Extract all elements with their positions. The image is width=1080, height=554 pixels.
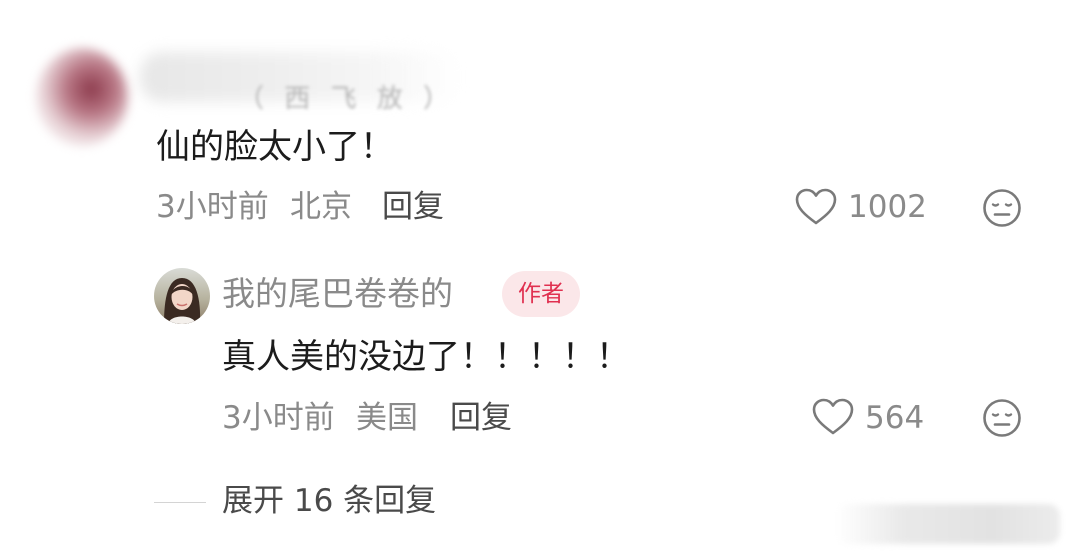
author-badge: 作者	[502, 271, 580, 317]
author-name[interactable]: 我的尾巴卷卷的	[222, 277, 453, 310]
meh-face-icon[interactable]	[982, 398, 1022, 438]
heart-icon[interactable]	[795, 188, 837, 226]
comment-timestamp: 3小时前	[156, 189, 269, 225]
expand-divider	[154, 502, 206, 503]
watermark-redacted	[836, 504, 1060, 544]
meh-face-icon[interactable]	[982, 188, 1022, 228]
heart-icon[interactable]	[812, 398, 854, 436]
commenter-name-residue: （ 西 飞 放 ）	[238, 84, 456, 114]
expand-replies-button[interactable]: 展开 16 条回复	[222, 486, 436, 517]
reply-timestamp: 3小时前	[222, 400, 335, 436]
reply-button[interactable]: 回复	[382, 192, 444, 223]
reply-location: 美国	[356, 400, 418, 436]
reply-text: 真人美的没边了！！！！！	[222, 337, 630, 377]
reply-like-count: 564	[865, 400, 925, 436]
reply-to-reply-button[interactable]: 回复	[450, 403, 512, 434]
comment-text: 仙的脸太小了！	[156, 127, 394, 167]
comment-location: 北京	[290, 189, 352, 225]
commenter-avatar[interactable]	[36, 48, 128, 146]
like-count: 1002	[848, 189, 927, 225]
author-avatar[interactable]	[154, 268, 210, 324]
